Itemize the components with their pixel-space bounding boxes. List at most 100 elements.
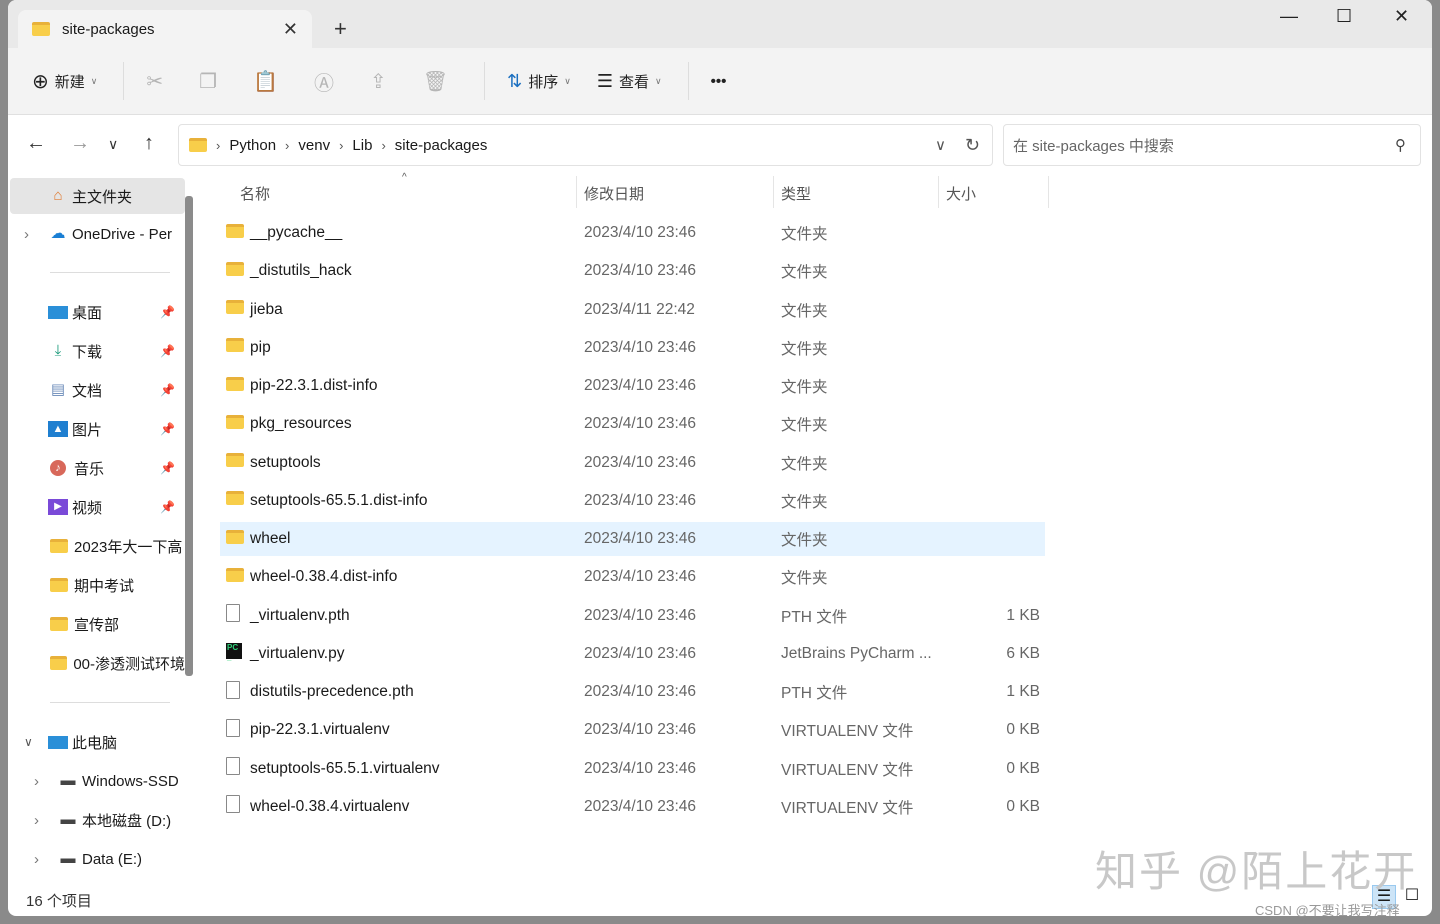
- column-name[interactable]: 名称: [240, 183, 270, 204]
- column-divider[interactable]: [773, 176, 774, 208]
- column-date[interactable]: 修改日期: [584, 183, 644, 204]
- file-type: 文件夹: [781, 493, 828, 511]
- tab-site-packages[interactable]: site-packages ✕: [18, 10, 312, 48]
- file-name: wheel: [250, 530, 291, 547]
- file-date: 2023/4/10 23:46: [584, 530, 697, 547]
- copy-icon[interactable]: ❐: [199, 69, 217, 94]
- sidebar-item-home[interactable]: ⌂ 主文件夹: [10, 178, 185, 214]
- file-row[interactable]: wheel-0.38.4.dist-info 2023/4/10 23:46 文件夹: [220, 560, 1045, 594]
- file-type: 文件夹: [781, 340, 828, 358]
- maximize-button[interactable]: ☐: [1336, 6, 1352, 27]
- pin-icon[interactable]: 📌: [160, 383, 175, 397]
- share-icon[interactable]: ⇪: [370, 69, 387, 94]
- tab-bar: site-packages ✕ + — ☐ ✕: [8, 0, 1432, 48]
- sidebar-item-folder[interactable]: 宣传部: [10, 606, 185, 642]
- sidebar-item-this-pc[interactable]: ∨ 此电脑: [10, 724, 185, 760]
- minimize-button[interactable]: —: [1280, 6, 1298, 27]
- file-row[interactable]: setuptools-65.5.1.virtualenv 2023/4/10 23…: [220, 752, 1045, 786]
- plus-circle-icon: ⊕: [32, 70, 49, 93]
- new-tab-button[interactable]: +: [334, 16, 347, 42]
- file-icon: [226, 757, 240, 775]
- file-name: pip-22.3.1.dist-info: [250, 377, 378, 394]
- pin-icon[interactable]: 📌: [160, 422, 175, 436]
- sidebar-item-folder[interactable]: 00-渗透测试环境: [10, 645, 185, 681]
- delete-icon[interactable]: 🗑: [423, 69, 448, 94]
- breadcrumb-site-packages[interactable]: site-packages: [395, 137, 488, 154]
- breadcrumb[interactable]: › Python › venv › Lib › site-packages ∨ …: [178, 124, 993, 166]
- sidebar-item-pictures[interactable]: ▲ 图片 📌: [10, 411, 185, 447]
- file-row[interactable]: setuptools-65.5.1.dist-info 2023/4/10 23:…: [220, 484, 1045, 518]
- sidebar-scrollbar[interactable]: [185, 196, 193, 676]
- file-type: 文件夹: [781, 532, 828, 549]
- sidebar-label: 00-渗透测试环境: [73, 655, 185, 673]
- refresh-icon[interactable]: ↻: [965, 135, 980, 156]
- file-date: 2023/4/10 23:46: [584, 606, 697, 624]
- pin-icon[interactable]: 📌: [160, 461, 175, 475]
- pin-icon[interactable]: 📌: [160, 305, 175, 319]
- computer-icon: [48, 735, 68, 749]
- file-size: 0 KB: [1006, 797, 1040, 815]
- chevron-right-icon: ›: [381, 137, 386, 153]
- rename-icon[interactable]: Ⓐ: [314, 67, 334, 96]
- close-window-button[interactable]: ✕: [1394, 6, 1409, 27]
- new-button[interactable]: ⊕ 新建 ∨: [32, 69, 97, 94]
- sidebar-item-onedrive[interactable]: › ☁ OneDrive - Per: [10, 216, 185, 252]
- file-row[interactable]: pkg_resources 2023/4/10 23:46 文件夹: [220, 407, 1045, 441]
- folder-icon: [189, 138, 207, 152]
- pin-icon[interactable]: 📌: [160, 344, 175, 358]
- sort-button[interactable]: ⇅ 排序 ∨: [507, 71, 571, 92]
- breadcrumb-lib[interactable]: Lib: [352, 137, 372, 154]
- file-name: pip: [250, 338, 271, 356]
- sidebar-item-folder[interactable]: 期中考试: [10, 567, 185, 603]
- file-icon: [226, 604, 240, 622]
- breadcrumb-python[interactable]: Python: [229, 137, 276, 154]
- file-row[interactable]: pip-22.3.1.virtualenv 2023/4/10 23:46 VIRT…: [220, 713, 1045, 747]
- sidebar-item-music[interactable]: ♪ 音乐 📌: [10, 450, 185, 486]
- sidebar-item-documents[interactable]: ▤ 文档 📌: [10, 372, 185, 408]
- sidebar-item-desktop[interactable]: 桌面 📌: [10, 294, 185, 330]
- sidebar-label: 2023年大一下高: [74, 538, 183, 556]
- column-divider[interactable]: [576, 176, 577, 208]
- file-row[interactable]: jieba 2023/4/11 22:42 文件夹: [220, 293, 1045, 327]
- breadcrumb-venv[interactable]: venv: [298, 137, 330, 154]
- music-icon: ♪: [50, 460, 66, 476]
- cut-icon[interactable]: ✂: [146, 69, 163, 94]
- cloud-icon: ☁: [50, 225, 66, 242]
- file-row[interactable]: wheel-0.38.4.virtualenv 2023/4/10 23:46 VI…: [220, 790, 1045, 824]
- search-input[interactable]: 在 site-packages 中搜索 ⚲: [1003, 124, 1421, 166]
- sidebar-item-drive[interactable]: › ▬ Windows-SSD: [10, 763, 185, 799]
- sidebar-label: 下载: [72, 343, 103, 361]
- file-name: _distutils_hack: [250, 262, 352, 280]
- file-row[interactable]: setuptools 2023/4/10 23:46 文件夹: [220, 446, 1045, 480]
- file-row[interactable]: _distutils_hack 2023/4/10 23:46 文件夹: [220, 254, 1045, 288]
- tab-title: site-packages: [62, 20, 155, 38]
- file-row[interactable]: distutils-precedence.pth 2023/4/10 23:46 P…: [220, 675, 1045, 709]
- tab-close-button[interactable]: ✕: [283, 19, 298, 40]
- sort-label: 排序: [528, 73, 559, 91]
- view-button[interactable]: ☰ 查看 ∨: [597, 71, 662, 92]
- column-divider[interactable]: [938, 176, 939, 208]
- file-name: setuptools-65.5.1.dist-info: [250, 491, 428, 509]
- folder-icon: [32, 22, 50, 36]
- sidebar-item-folder[interactable]: 2023年大一下高: [10, 528, 185, 564]
- column-divider[interactable]: [1048, 176, 1049, 208]
- sidebar-item-videos[interactable]: ▶ 视频 📌: [10, 489, 185, 525]
- column-type[interactable]: 类型: [781, 183, 811, 204]
- divider: [50, 272, 170, 273]
- file-type: VIRTUALENV 文件: [781, 761, 914, 779]
- file-row[interactable]: pip 2023/4/10 23:46 文件夹: [220, 331, 1045, 365]
- sidebar-item-downloads[interactable]: ⤓ 下载 📌: [10, 333, 185, 369]
- more-button[interactable]: •••: [711, 73, 727, 90]
- file-row[interactable]: pip-22.3.1.dist-info 2023/4/10 23:46 文件夹: [220, 369, 1045, 403]
- file-row[interactable]: wheel 2023/4/10 23:46 文件夹: [220, 522, 1045, 556]
- file-type: VIRTUALENV 文件: [781, 799, 914, 817]
- column-size[interactable]: 大小: [946, 183, 976, 204]
- file-row[interactable]: _virtualenv.pth 2023/4/10 23:46 PTH 文件 1 KB: [220, 599, 1045, 633]
- file-row[interactable]: PC _ _virtualenv.py 2023/4/10 23:46 JetBrain…: [220, 637, 1045, 671]
- sidebar-item-drive[interactable]: › ▬ Data (E:): [10, 841, 185, 877]
- paste-icon[interactable]: 📋: [253, 69, 278, 94]
- file-row[interactable]: __pycache__ 2023/4/10 23:46 文件夹: [220, 216, 1045, 250]
- address-dropdown-icon[interactable]: ∨: [935, 136, 946, 154]
- pin-icon[interactable]: 📌: [160, 500, 175, 514]
- sidebar-item-drive[interactable]: › ▬ 本地磁盘 (D:): [10, 802, 185, 838]
